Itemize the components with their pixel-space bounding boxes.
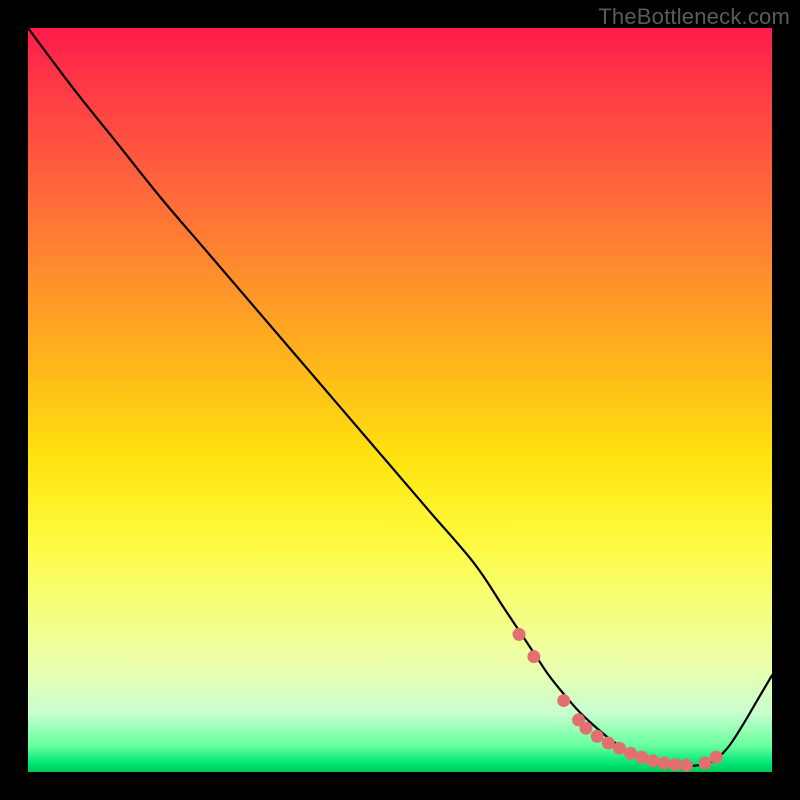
plot-area (28, 28, 772, 772)
marker-dot (669, 758, 682, 771)
curve-layer (28, 28, 772, 772)
marker-dot (602, 736, 615, 749)
marker-dot (680, 759, 693, 772)
marker-dot (646, 754, 659, 767)
marker-dot (513, 628, 526, 641)
marker-dot (591, 730, 604, 743)
marker-dot (710, 751, 723, 764)
marker-dot (624, 747, 637, 760)
chart-canvas: TheBottleneck.com (0, 0, 800, 800)
marker-dot (658, 757, 671, 770)
bottleneck-curve (28, 28, 772, 766)
marker-dot (580, 722, 593, 735)
watermark-text: TheBottleneck.com (598, 4, 790, 30)
marker-dot (635, 751, 648, 764)
highlight-markers (513, 628, 723, 772)
marker-dot (527, 650, 540, 663)
marker-dot (699, 757, 712, 770)
marker-dot (557, 694, 570, 707)
marker-dot (613, 742, 626, 755)
